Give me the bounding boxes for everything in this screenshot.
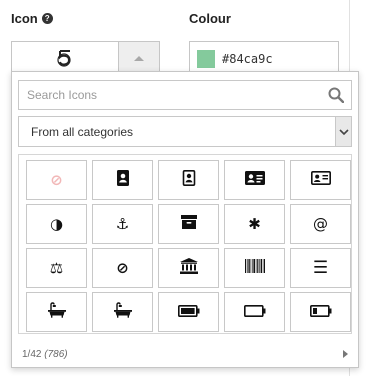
chevron-down-icon[interactable] — [335, 117, 351, 146]
battery-full-icon — [177, 303, 200, 321]
at-icon: @ — [313, 215, 328, 233]
icon-option[interactable] — [26, 292, 87, 332]
address-card-icon — [244, 171, 265, 189]
icon-option[interactable] — [290, 160, 351, 200]
icon-search-box[interactable] — [18, 80, 352, 110]
500px-icon — [57, 49, 71, 67]
category-select[interactable]: From all categories — [18, 116, 352, 147]
asterisk-icon: ✱ — [248, 215, 261, 233]
page-indicator: 1/42 (786) — [22, 349, 68, 360]
page-number: 1/42 — [22, 348, 42, 360]
chevron-up-icon — [134, 56, 144, 61]
icon-search-input[interactable] — [19, 81, 321, 109]
icon-option[interactable]: ✱ — [224, 204, 285, 244]
icon-option[interactable]: ⚖ — [26, 248, 87, 288]
icon-option[interactable]: ◑ — [26, 204, 87, 244]
address-book-icon — [116, 170, 130, 190]
bath-icon — [47, 302, 66, 322]
bars-icon: ☰ — [312, 258, 329, 278]
icon-option[interactable] — [92, 292, 153, 332]
colour-label-text: Colour — [189, 11, 231, 26]
icon-grid: ⊘ ◑ ⚓ ✱ @ ⚖ ⊘ ☰ — [26, 160, 351, 332]
icon-option[interactable] — [158, 248, 219, 288]
category-select-value[interactable]: From all categories — [19, 125, 335, 139]
battery-quarter-icon — [309, 303, 332, 321]
colour-value[interactable]: #84ca9c — [222, 52, 273, 66]
address-card-outline-icon — [310, 171, 331, 189]
barcode-icon — [244, 259, 265, 277]
ban-icon: ⊘ — [50, 171, 63, 189]
icon-label-row: Icon ? — [11, 11, 53, 26]
icon-picker-button[interactable] — [11, 41, 160, 75]
icon-option[interactable] — [224, 292, 285, 332]
address-book-outline-icon — [182, 170, 196, 190]
icon-option[interactable] — [290, 292, 351, 332]
help-icon[interactable]: ? — [41, 13, 53, 24]
icon-option[interactable]: ⊘ — [92, 248, 153, 288]
colour-label: Colour — [189, 11, 231, 26]
icon-option[interactable] — [158, 292, 219, 332]
bank-icon — [179, 258, 198, 278]
search-icon[interactable] — [321, 81, 351, 109]
battery-empty-icon — [243, 303, 266, 321]
ban-outline-icon: ⊘ — [116, 259, 129, 277]
icon-option[interactable] — [224, 248, 285, 288]
icon-grid-container: ⊘ ◑ ⚓ ✱ @ ⚖ ⊘ ☰ — [18, 154, 352, 334]
icon-option[interactable]: ⊘ — [26, 160, 87, 200]
balance-scale-icon: ⚖ — [49, 259, 64, 277]
colour-input[interactable]: #84ca9c — [189, 41, 339, 75]
next-page-icon[interactable] — [343, 350, 348, 358]
icon-picker-popup: From all categories ⊘ ◑ ⚓ ✱ @ ⚖ ⊘ ☰ 1/42 (786) — [11, 71, 359, 368]
icon-option[interactable] — [158, 160, 219, 200]
icon-total-count: (786) — [44, 348, 68, 360]
colour-swatch[interactable] — [197, 49, 215, 68]
icon-option[interactable] — [92, 160, 153, 200]
archive-icon — [180, 215, 197, 233]
icon-option[interactable]: @ — [290, 204, 351, 244]
icon-label: Icon — [11, 11, 38, 26]
bathtub-icon — [113, 302, 132, 322]
icon-option[interactable]: ⚓ — [92, 204, 153, 244]
icon-option[interactable]: ☰ — [290, 248, 351, 288]
icon-option[interactable] — [224, 160, 285, 200]
adjust-icon: ◑ — [49, 215, 64, 233]
anchor-icon: ⚓ — [115, 215, 130, 233]
picker-footer: 1/42 (786) — [22, 347, 348, 361]
icon-option[interactable] — [158, 204, 219, 244]
